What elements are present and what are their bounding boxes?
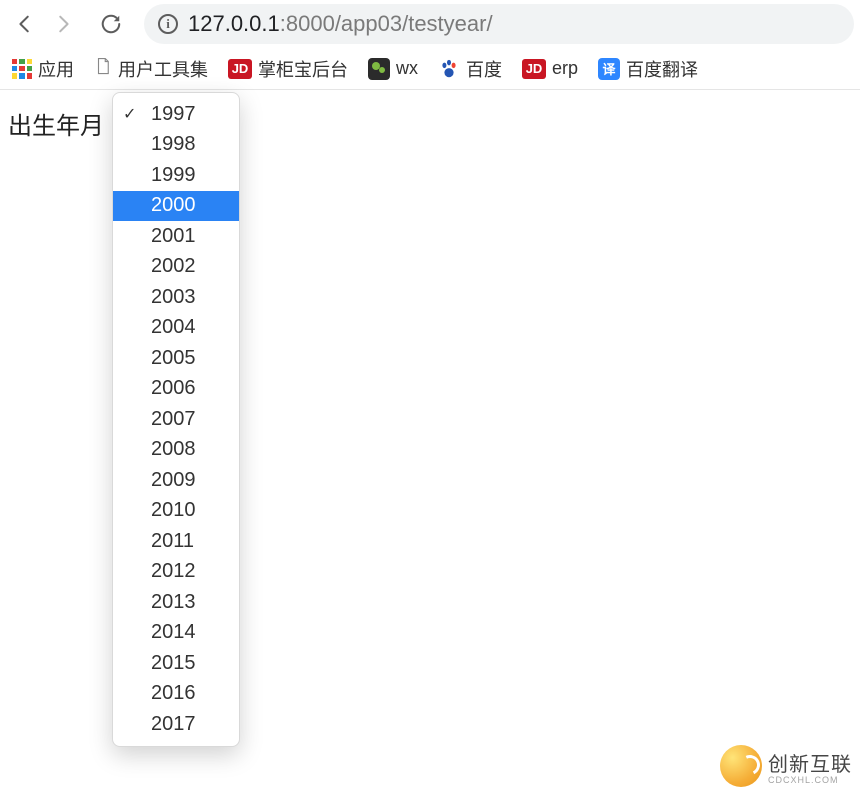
watermark: 创新互联 CDCXHL.COM	[720, 745, 852, 787]
year-option[interactable]: 2008	[113, 435, 239, 466]
year-option[interactable]: 2017	[113, 709, 239, 740]
year-option[interactable]: 2003	[113, 282, 239, 313]
bookmark-label: erp	[552, 58, 578, 79]
option-text: 2016	[151, 682, 196, 705]
apps-grid-icon	[12, 59, 32, 79]
page-content: 出生年月 ✓1997199819992000200120022003200420…	[0, 90, 860, 126]
option-text: 2006	[151, 377, 196, 400]
bookmark-label: 用户工具集	[118, 56, 208, 82]
bookmark-user-tools[interactable]: 用户工具集	[94, 55, 208, 82]
year-option[interactable]: 2010	[113, 496, 239, 527]
address-bar[interactable]: i 127.0.0.1:8000/app03/testyear/	[144, 4, 854, 44]
watermark-logo-icon	[720, 745, 762, 787]
bookmark-apps[interactable]: 应用	[12, 56, 74, 82]
year-option[interactable]: 2007	[113, 404, 239, 435]
bookmark-label: 百度翻译	[626, 56, 698, 82]
option-text: 2015	[151, 652, 196, 675]
year-option[interactable]: 2016	[113, 679, 239, 710]
option-text: 2009	[151, 469, 196, 492]
jd-icon: JD	[228, 59, 252, 79]
option-text: 2017	[151, 713, 196, 736]
bookmark-label: 应用	[38, 56, 74, 82]
file-icon	[94, 55, 112, 82]
year-option[interactable]: 2000	[113, 191, 239, 222]
year-option[interactable]: 1999	[113, 160, 239, 191]
bookmark-baidu[interactable]: 百度	[438, 56, 502, 82]
check-icon: ✓	[123, 104, 136, 124]
option-text: 2011	[151, 530, 194, 553]
year-option[interactable]: 2013	[113, 587, 239, 618]
bookmark-label: 百度	[466, 56, 502, 82]
back-button[interactable]	[6, 5, 44, 43]
year-option[interactable]: 2015	[113, 648, 239, 679]
year-option[interactable]: 2002	[113, 252, 239, 283]
option-text: 2004	[151, 316, 196, 339]
bookmark-bar: 应用 用户工具集 JD 掌柜宝后台 wx 百度 JD erp 译 百度翻译	[0, 48, 860, 90]
forward-button[interactable]	[44, 5, 82, 43]
wechat-icon	[368, 58, 390, 80]
bookmark-wx[interactable]: wx	[368, 58, 418, 80]
option-text: 2010	[151, 499, 196, 522]
option-text: 2008	[151, 438, 196, 461]
option-text: 1997	[151, 103, 196, 126]
option-text: 2012	[151, 560, 196, 583]
bookmark-label: 掌柜宝后台	[258, 56, 348, 82]
baidu-icon	[438, 58, 460, 80]
year-option[interactable]: 2012	[113, 557, 239, 588]
bookmark-zhanggui[interactable]: JD 掌柜宝后台	[228, 56, 348, 82]
year-option[interactable]: 2009	[113, 465, 239, 496]
refresh-button[interactable]	[92, 5, 130, 43]
option-text: 2013	[151, 591, 196, 614]
option-text: 2014	[151, 621, 196, 644]
birth-year-label: 出生年月	[8, 106, 104, 141]
watermark-brand: 创新互联	[768, 748, 852, 777]
url-text: 127.0.0.1:8000/app03/testyear/	[188, 11, 493, 37]
bookmark-erp[interactable]: JD erp	[522, 58, 578, 79]
year-option[interactable]: 2006	[113, 374, 239, 405]
option-text: 2003	[151, 286, 196, 309]
navigation-toolbar: i 127.0.0.1:8000/app03/testyear/	[0, 0, 860, 48]
year-option[interactable]: 2004	[113, 313, 239, 344]
year-option[interactable]: 1998	[113, 130, 239, 161]
option-text: 2002	[151, 255, 196, 278]
option-text: 2001	[151, 225, 196, 248]
year-option[interactable]: 2011	[113, 526, 239, 557]
option-text: 2005	[151, 347, 196, 370]
jd-icon: JD	[522, 59, 546, 79]
year-option[interactable]: ✓ 1997	[113, 99, 239, 130]
option-text: 2007	[151, 408, 196, 431]
year-option[interactable]: 2001	[113, 221, 239, 252]
bookmark-baidu-translate[interactable]: 译 百度翻译	[598, 56, 698, 82]
option-text: 1999	[151, 164, 196, 187]
site-info-icon[interactable]: i	[158, 14, 178, 34]
bookmark-label: wx	[396, 58, 418, 79]
year-option[interactable]: 2014	[113, 618, 239, 649]
option-text: 1998	[151, 133, 196, 156]
option-text: 2000	[151, 194, 196, 217]
year-select-dropdown[interactable]: ✓ 1997 1998 1999 2000 2001 2002 2003 2004 2005 200…	[112, 92, 240, 747]
year-option[interactable]: 2005	[113, 343, 239, 374]
translate-icon: 译	[598, 58, 620, 80]
